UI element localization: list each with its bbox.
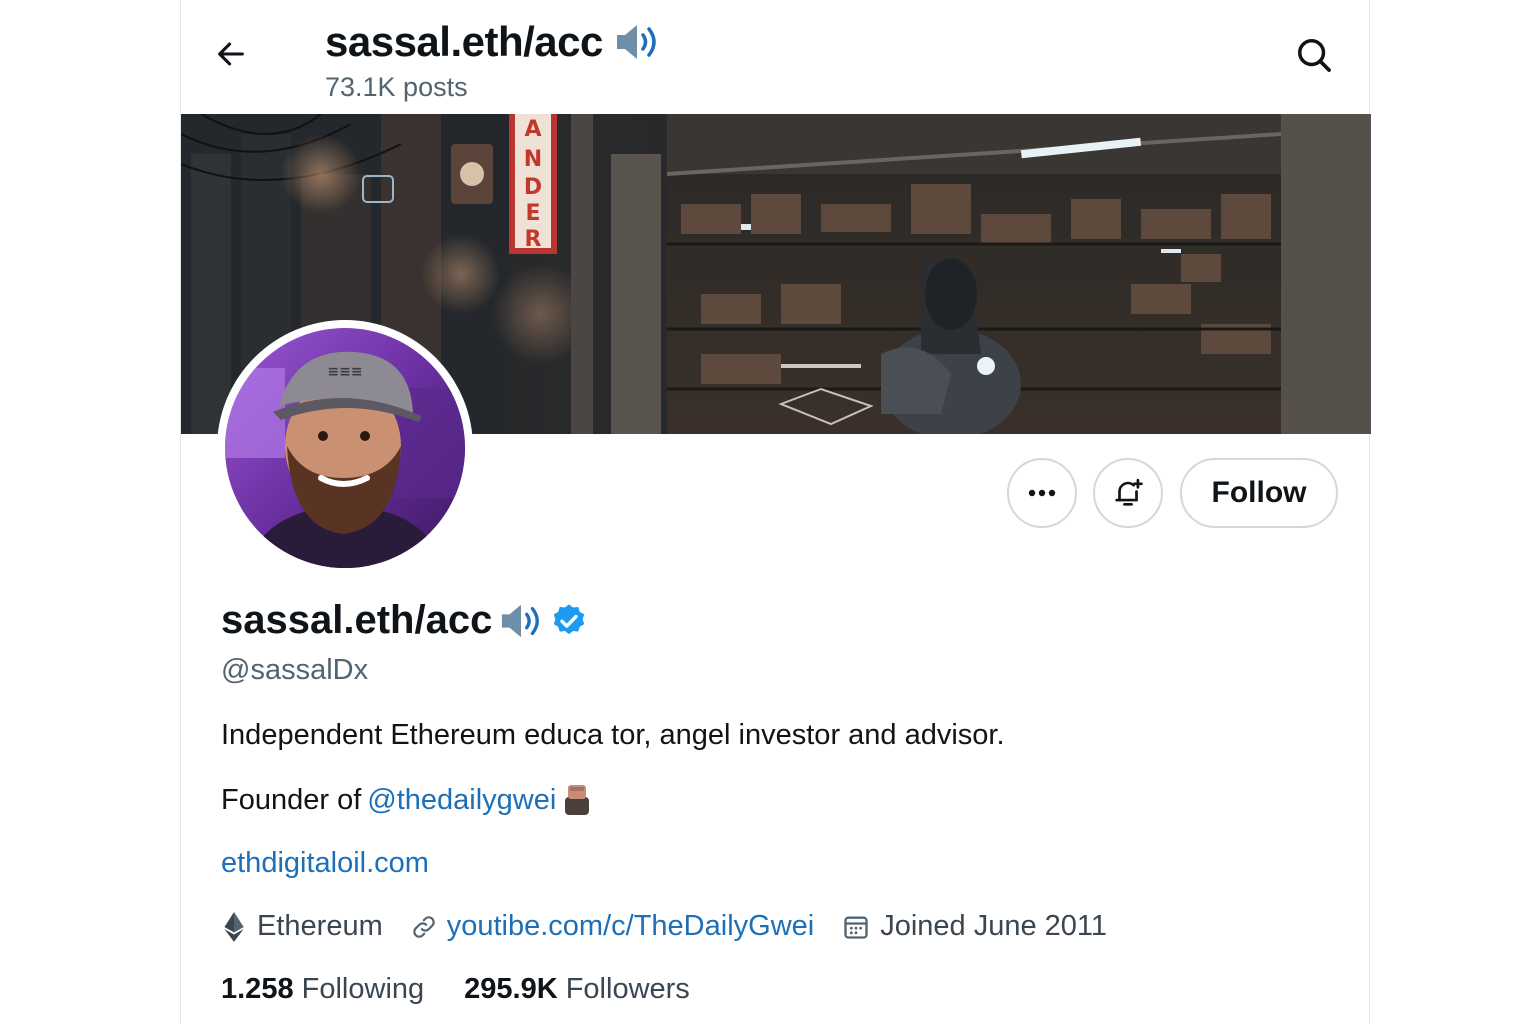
chocolate-emoji-icon (565, 785, 590, 815)
followers-link[interactable]: 295.9K Followers (464, 973, 690, 1006)
ethereum-icon (224, 911, 244, 942)
founder-mention-link[interactable]: @thedailygwei (367, 784, 556, 817)
bio-founder: Founder of @thedailygwei (221, 783, 592, 817)
more-icon (1028, 489, 1056, 497)
joined-text: Joined June 2011 (880, 910, 1108, 942)
display-name-text: sassal.eth/acc (221, 598, 493, 642)
location: Ethereum (221, 910, 383, 943)
bell-plus-icon (1115, 478, 1143, 506)
search-icon (1298, 39, 1331, 72)
svg-text:N: N (524, 147, 542, 172)
svg-text:≡≡≡: ≡≡≡ (327, 364, 362, 380)
avatar-image: ≡≡≡ (225, 328, 465, 568)
search-button[interactable] (1293, 34, 1335, 76)
calendar-icon (844, 916, 868, 939)
svg-text:D: D (524, 175, 542, 200)
back-button[interactable] (211, 34, 251, 74)
verified-badge-icon[interactable] (550, 602, 588, 640)
profile-meta: Ethereum youtibe.com/c/TheDailyGwei Join… (221, 910, 1135, 943)
founder-prefix: Founder of (221, 783, 362, 816)
display-name: sassal.eth/acc (221, 598, 588, 643)
more-button[interactable] (1007, 458, 1077, 528)
svg-text:E: E (525, 201, 540, 226)
bio-website: ethdigitaloil.com (221, 847, 429, 880)
follow-stats: 1.258 Following 295.9K Followers (221, 973, 690, 1006)
svg-text:R: R (525, 227, 542, 252)
post-count: 73.1K posts (325, 72, 468, 102)
following-label: Following (301, 973, 425, 1005)
youtube-link[interactable]: youtibe.com/c/TheDailyGwei (447, 910, 814, 943)
following-count: 1.258 (221, 973, 294, 1005)
followers-count: 295.9K (464, 973, 558, 1005)
profile-column: sassal.eth/acc 73.1K posts A N D E R ≡≡≡… (180, 0, 1371, 1024)
speaker-icon (616, 25, 656, 59)
bio: Independent Ethereum educa tor, angel in… (221, 719, 1005, 751)
website-link[interactable]: ethdigitaloil.com (221, 847, 429, 879)
header-title: sassal.eth/acc (325, 18, 661, 66)
back-arrow-icon (218, 42, 244, 66)
follow-button[interactable]: Follow (1180, 458, 1338, 528)
speaker-icon (502, 604, 540, 637)
handle: @sassalDx (221, 654, 369, 686)
location-text: Ethereum (257, 910, 383, 942)
profile-url: youtibe.com/c/TheDailyGwei (411, 910, 814, 943)
following-link[interactable]: 1.258 Following (221, 973, 424, 1006)
join-date: Joined June 2011 (842, 910, 1107, 943)
notify-button[interactable] (1093, 458, 1163, 528)
header-name: sassal.eth/acc (325, 18, 603, 65)
followers-label: Followers (565, 973, 690, 1005)
link-icon (413, 915, 435, 938)
svg-text:A: A (524, 117, 541, 142)
avatar[interactable]: ≡≡≡ (217, 320, 473, 576)
